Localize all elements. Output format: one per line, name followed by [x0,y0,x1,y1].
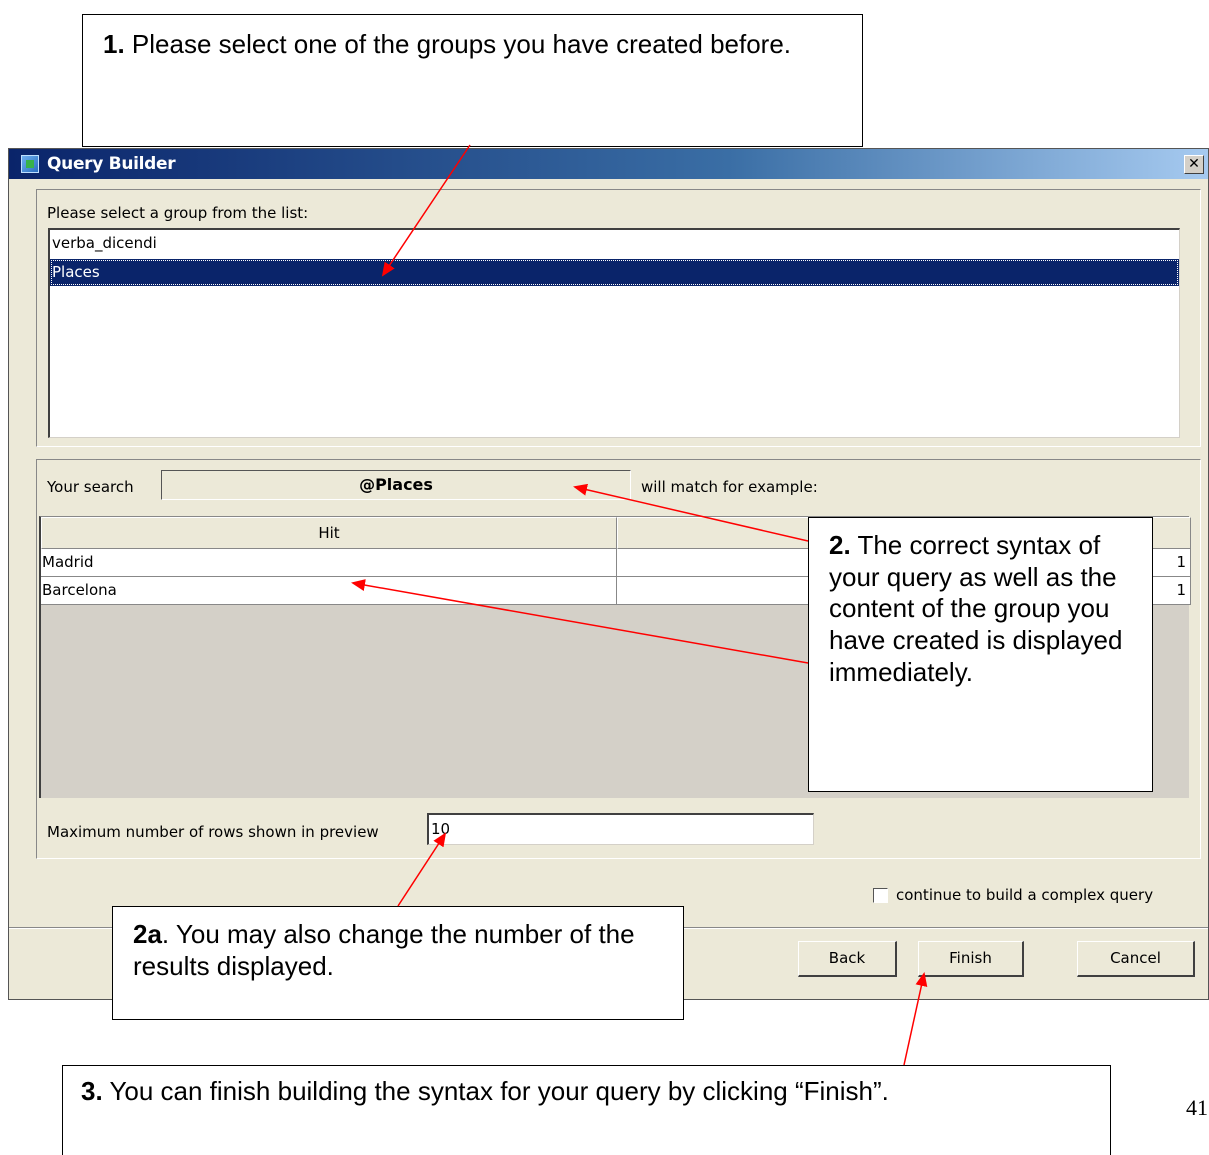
app-icon [21,155,39,173]
group-list-label: Please select a group from the list: [47,204,309,222]
back-button[interactable]: Back [798,941,897,977]
max-rows-label: Maximum number of rows shown in preview [47,823,379,841]
callout-3-number: 3. [81,1076,103,1106]
match-label: will match for example: [641,478,818,496]
column-header-hit[interactable]: Hit [41,517,617,549]
callout-2-text: The correct syntax of your query as well… [829,530,1123,687]
callout-2a-number: 2a [133,919,162,949]
finish-button[interactable]: Finish [918,941,1024,977]
title-bar[interactable]: Query Builder ✕ [9,149,1208,179]
window-title: Query Builder [47,154,176,174]
search-query-field: @Places [161,470,631,500]
callout-3-text: You can finish building the syntax for y… [102,1076,889,1106]
group-item-places[interactable]: Places [50,259,1179,286]
callout-select-group: 1. Please select one of the groups you h… [82,14,863,147]
group-panel: Please select a group from the list: ver… [36,189,1201,447]
complex-query-label: continue to build a complex query [896,886,1154,904]
page-number: 41 [1186,1095,1208,1120]
callout-1-number: 1. [103,29,125,59]
close-button[interactable]: ✕ [1184,155,1204,174]
group-list[interactable]: verba_dicendi Places [48,228,1180,438]
callout-1-text: Please select one of the groups you have… [124,29,792,59]
callout-2a-text: . You may also change the number of the … [133,919,635,981]
search-label: Your search [47,478,134,496]
callout-finish: 3. You can finish building the syntax fo… [62,1065,1111,1155]
cancel-button[interactable]: Cancel [1077,941,1195,977]
max-rows-input[interactable]: 10 [427,813,814,845]
complex-query-checkbox[interactable] [873,888,888,903]
table-row-hit[interactable]: Madrid [41,549,617,577]
callout-syntax-preview: 2. The correct syntax of your query as w… [808,517,1153,792]
group-item-verba-dicendi[interactable]: verba_dicendi [50,230,1179,257]
table-row-hit[interactable]: Barcelona [41,577,617,605]
callout-change-rows: 2a. You may also change the number of th… [112,906,684,1020]
callout-2-number: 2. [829,530,851,560]
